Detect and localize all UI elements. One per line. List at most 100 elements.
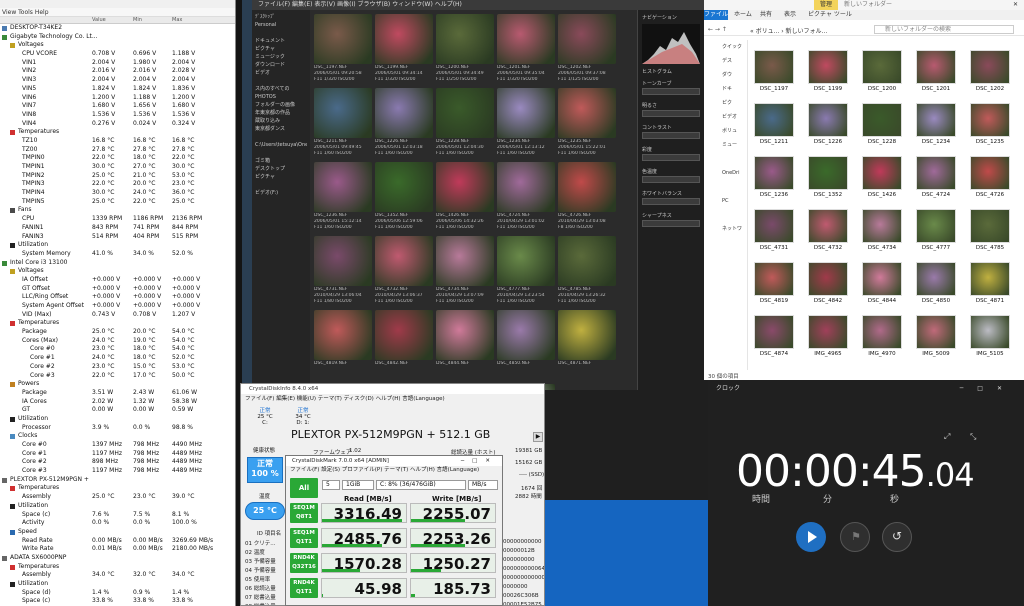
sensor-row[interactable]: Read Rate 0.00 MB/s 0.00 MB/s 3269.69 MB/s	[0, 537, 235, 546]
photo-thumbnail[interactable]: DSC_4850.NEF	[497, 310, 555, 368]
size-select[interactable]: 1GiB	[342, 480, 374, 490]
file-item[interactable]: DSC_4871	[966, 262, 1014, 304]
sensor-row[interactable]: Core #0 1397 MHz 798 MHz 4490 MHz	[0, 441, 235, 450]
col-value[interactable]: Value	[92, 17, 106, 23]
sensor-row[interactable]: Write Rate 0.01 MB/s 0.00 MB/s 2180.00 MB/s	[0, 545, 235, 554]
address-bar[interactable]: « ボリュ... › 新しいフォル...	[750, 26, 850, 35]
sensor-row[interactable]: VID (Max) 0.743 V 0.708 V 1.207 V	[0, 311, 235, 320]
sensor-row[interactable]: VIN8 1.536 V 1.536 V 1.536 V	[0, 111, 235, 120]
nav-item[interactable]: OneDri	[704, 166, 747, 180]
hwinfo-menu[interactable]: View Tools Help	[0, 8, 235, 17]
close-icon[interactable]: ✕	[1013, 0, 1018, 10]
sensor-group[interactable]: Utilization	[0, 502, 235, 511]
sensor-row[interactable]: LLC/Ring Offset +0.000 V +0.000 V +0.000 V	[0, 293, 235, 302]
photo-thumbnail[interactable]: DSC_4734.NEF 2010/04/29 13:07:09 F11 1/60 …	[436, 236, 494, 304]
ribbon-home[interactable]: ホーム	[734, 10, 752, 20]
nav-item[interactable]: ネットワ	[704, 222, 747, 236]
nav-item[interactable]: クイック	[704, 40, 747, 54]
sensor-row[interactable]: IA Cores 2.02 W 1.32 W 58.38 W	[0, 398, 235, 407]
file-item[interactable]: DSC_4785	[966, 209, 1014, 251]
smart-row[interactable]: 06 総読込量	[245, 584, 276, 592]
sensor-row[interactable]: TZ10 16.8 °C 16.8 °C 16.8 °C	[0, 137, 235, 146]
cdm-menubar[interactable]: ファイル(F) 設定(S) プロファイル(P) テーマ(T) ヘルプ(H) 言語…	[286, 466, 502, 475]
file-item[interactable]: DSC_1236	[750, 156, 798, 198]
photo-thumbnail[interactable]: DSC_1228.NEF 2006/05/01 12:04:30 F11 1/60 …	[436, 88, 494, 156]
file-item[interactable]: DSC_1199	[804, 50, 852, 92]
sensor-row[interactable]: TMPIN4 30.0 °C 24.0 °C 36.0 °C	[0, 189, 235, 198]
folder-tree-item[interactable]: デスクトップ	[255, 165, 307, 173]
sensor-row[interactable]: Processor 3.9 % 0.0 % 98.8 %	[0, 424, 235, 433]
sensor-row[interactable]: Cores (Max) 24.0 °C 19.0 °C 54.0 °C	[0, 337, 235, 346]
sensor-row[interactable]: CPU VCORE 0.708 V 0.696 V 1.188 V	[0, 50, 235, 59]
adjust-slider[interactable]	[642, 154, 700, 161]
file-item[interactable]: DSC_4731	[750, 209, 798, 251]
sensor-row[interactable]: VIN3 2.004 V 2.004 V 2.004 V	[0, 76, 235, 85]
sensor-group[interactable]: Temperatures	[0, 128, 235, 137]
sensor-group[interactable]: Voltages	[0, 41, 235, 50]
photo-thumbnail[interactable]: DSC_4726.NEF 2010/04/29 13:03:08 F8 1/60 I…	[558, 162, 616, 230]
file-item[interactable]: IMG_4970	[858, 315, 906, 357]
file-item[interactable]: DSC_1228	[858, 103, 906, 145]
sensor-row[interactable]: Core #1 24.0 °C 18.0 °C 52.0 °C	[0, 354, 235, 363]
sensor-row[interactable]: FANIN1 843 RPM 741 RPM 844 RPM	[0, 224, 235, 233]
sensor-row[interactable]: VIN4 0.276 V 0.024 V 0.324 V	[0, 120, 235, 129]
sensor-group[interactable]: Gigabyte Technology Co. Lt...	[0, 33, 235, 42]
file-item[interactable]: DSC_1201	[912, 50, 960, 92]
file-item[interactable]: DSC_4732	[804, 209, 852, 251]
photo-thumbnail[interactable]: DSC_4724.NEF 2010/04/29 13:01:02 F11 1/60 …	[497, 162, 555, 230]
next-disk-icon[interactable]: ▶	[533, 432, 543, 442]
folder-tree-item[interactable]: 蔵取り込み	[255, 117, 307, 125]
folder-tree-item[interactable]: ミュージック	[255, 53, 307, 61]
sensor-row[interactable]: System Agent Offset +0.000 V +0.000 V +0.00…	[0, 302, 235, 311]
ribbon-picture-tools[interactable]: ピクチャ ツール	[808, 10, 852, 20]
sensor-row[interactable]: Core #0 23.0 °C 18.0 °C 54.0 °C	[0, 345, 235, 354]
photo-thumbnail[interactable]: DSC_1426.NEF 2006/05/06 14:32:26 F11 1/60 …	[436, 162, 494, 230]
sensor-group[interactable]: Utilization	[0, 415, 235, 424]
sensor-row[interactable]: Space (d) 1.4 % 0.9 % 1.4 %	[0, 589, 235, 598]
nav-item[interactable]: ピク	[704, 96, 747, 110]
smart-row[interactable]: 03 予備容量	[245, 557, 276, 565]
flag-button[interactable]: ⚑	[840, 522, 870, 552]
smart-row[interactable]: 08 総書込量	[245, 602, 276, 605]
sensor-row[interactable]: TMPIN0 22.0 °C 18.0 °C 22.0 °C	[0, 154, 235, 163]
sensor-row[interactable]: Core #1 1197 MHz 798 MHz 4489 MHz	[0, 450, 235, 459]
file-item[interactable]: DSC_1211	[750, 103, 798, 145]
nav-item[interactable]: ドキ	[704, 82, 747, 96]
file-item[interactable]: DSC_4777	[912, 209, 960, 251]
photo-thumbnail[interactable]: DSC_1236.NEF 2006/05/01 15:12:14 F11 1/60 …	[314, 162, 372, 230]
window-controls-icon[interactable]: ─□✕	[960, 380, 1016, 398]
viewer-menubar[interactable]: ファイル(F) 編集(E) 表示(V) 画像(I) ブラウザ(B) ウィンドウ(…	[252, 0, 704, 10]
sensor-row[interactable]: TZ00 27.8 °C 27.8 °C 27.8 °C	[0, 146, 235, 155]
sensor-row[interactable]: CPU 1339 RPM 1186 RPM 2136 RPM	[0, 215, 235, 224]
photo-thumbnail[interactable]: DSC_1211.NEF 2006/05/01 09:49:45 F11 1/60 …	[314, 88, 372, 156]
nav-item[interactable]: ビデオ	[704, 110, 747, 124]
sensor-group[interactable]: Intel Core i3 13100	[0, 259, 235, 268]
photo-thumbnail[interactable]: DSC_4844.NEF	[436, 310, 494, 368]
test-button[interactable]: SEQ1M Q8T1	[290, 503, 318, 523]
sensor-group[interactable]: Temperatures	[0, 319, 235, 328]
sensor-row[interactable]: VIN5 1.824 V 1.824 V 1.836 V	[0, 85, 235, 94]
folder-tree-item[interactable]	[255, 77, 307, 85]
sensor-row[interactable]: Package 25.0 °C 20.0 °C 54.0 °C	[0, 328, 235, 337]
photo-thumbnail[interactable]: DSC_4732.NEF 2010/04/29 13:06:37 F11 1/60 …	[375, 236, 433, 304]
sensor-row[interactable]: Core #2 898 MHz 798 MHz 4489 MHz	[0, 458, 235, 467]
photo-thumbnail[interactable]: DSC_1199.NEF 2006/05/01 09:34:14 F11 1/320…	[375, 14, 433, 82]
sensor-group[interactable]: Utilization	[0, 241, 235, 250]
adjust-slider[interactable]	[642, 176, 700, 183]
sensor-row[interactable]: GT 0.00 W 0.00 W 0.59 W	[0, 406, 235, 415]
folder-tree-item[interactable]: C:\Users\tetsuya\OneDrive	[255, 141, 307, 149]
nav-item[interactable]: デス	[704, 54, 747, 68]
folder-tree-item[interactable]: ビデオ	[255, 69, 307, 77]
sensor-group[interactable]: PLEXTOR PX-512M9PGN +	[0, 476, 235, 485]
sensor-group[interactable]: Utilization	[0, 580, 235, 589]
photo-thumbnail[interactable]: DSC_1352.NEF 2006/05/06 12:59:06 F11 1/60 …	[375, 162, 433, 230]
photo-thumbnail[interactable]: DSC_1201.NEF 2006/05/01 09:35:04 F11 1/320…	[497, 14, 555, 82]
folder-tree-item[interactable]: ダウンロード	[255, 61, 307, 69]
sensor-group[interactable]: Temperatures	[0, 484, 235, 493]
sensor-row[interactable]: Package 3.51 W 2.43 W 61.06 W	[0, 389, 235, 398]
sensor-group[interactable]: DESKTOP-T34KE2	[0, 24, 235, 33]
nav-item[interactable]	[704, 208, 747, 222]
col-min[interactable]: Min	[133, 17, 142, 23]
sensor-row[interactable]: Space (c) 33.8 % 33.8 % 33.8 %	[0, 597, 235, 606]
nav-item[interactable]: ボリュ	[704, 124, 747, 138]
